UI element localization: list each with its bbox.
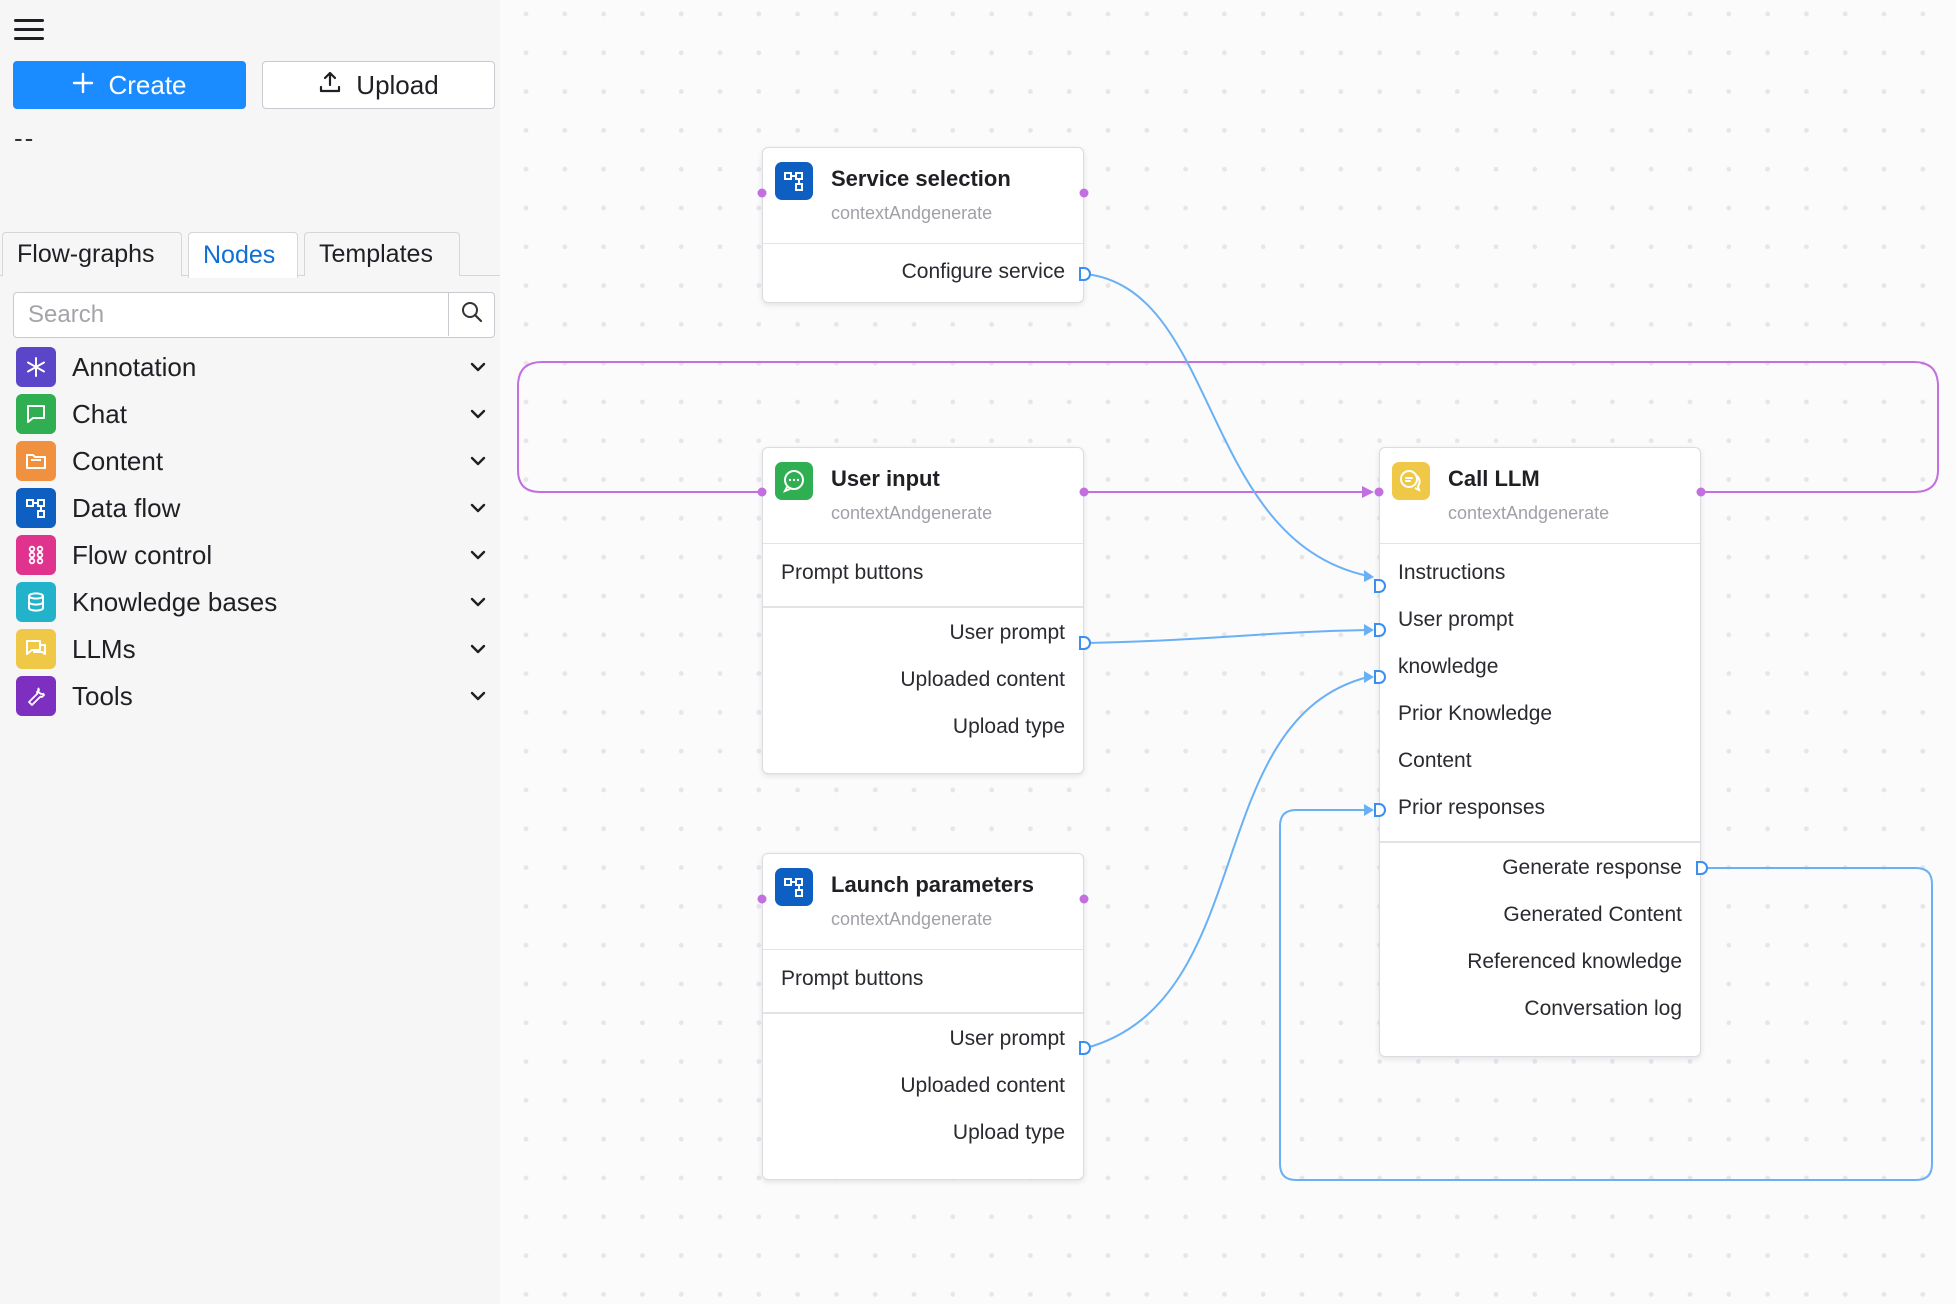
data-flow-icon	[16, 488, 56, 528]
edge-control-arrow	[1362, 486, 1374, 498]
category-label: Chat	[72, 398, 127, 429]
node-title: Call LLM	[1448, 466, 1540, 491]
data-flow-icon	[775, 162, 813, 200]
chat-icon	[775, 462, 813, 500]
chat-icon	[16, 394, 56, 434]
tab-flow-graphs[interactable]: Flow-graphs	[2, 232, 182, 276]
output-port-label: Upload type	[952, 1121, 1065, 1144]
tab-templates[interactable]: Templates	[304, 232, 460, 276]
wrench-icon	[16, 676, 56, 716]
search-icon	[461, 301, 483, 328]
plus-icon	[72, 70, 94, 101]
data-flow-icon	[775, 868, 813, 906]
node-subtitle: contextAndgenerate	[831, 203, 993, 223]
output-port-label: Uploaded content	[900, 1074, 1065, 1097]
node-header[interactable]: Launch parameters contextAndgenerate	[763, 854, 1083, 950]
input-port-label: Content	[1398, 749, 1472, 772]
category-flow-control[interactable]: Flow control	[16, 535, 490, 575]
node-launch-parameters[interactable]: Launch parameters contextAndgenerate Pro…	[762, 853, 1084, 1180]
node-service-selection[interactable]: Service selection contextAndgenerate Con…	[762, 147, 1084, 303]
divider	[1380, 841, 1700, 843]
tab-label: Templates	[319, 240, 433, 268]
category-label: Annotation	[72, 351, 197, 382]
edge-control-loop	[517, 361, 1939, 493]
input-port-label: Prior Knowledge	[1398, 702, 1553, 725]
chevron-down-icon[interactable]	[466, 496, 490, 520]
node-call-llm[interactable]: Call LLM contextAndgenerate Instructions…	[1379, 447, 1701, 1057]
category-chat[interactable]: Chat	[16, 394, 490, 434]
node-title: User input	[831, 466, 940, 491]
category-content[interactable]: Content	[16, 441, 490, 481]
create-button-label: Create	[108, 69, 187, 100]
node-title: Service selection	[831, 166, 1011, 191]
node-title: Launch parameters	[831, 872, 1034, 897]
category-data-flow[interactable]: Data flow	[16, 488, 490, 528]
node-subtitle: contextAndgenerate	[1448, 503, 1610, 523]
output-port-label: User prompt	[949, 1027, 1065, 1050]
control-edges	[517, 361, 1939, 498]
divider	[763, 1012, 1083, 1014]
chevron-down-icon[interactable]	[466, 402, 490, 426]
tab-label: Nodes	[203, 241, 276, 269]
output-port-label: Uploaded content	[900, 668, 1065, 691]
create-button[interactable]: Create	[13, 61, 246, 109]
asterisk-icon	[16, 347, 56, 387]
search-input[interactable]	[14, 293, 450, 336]
chevron-down-icon[interactable]	[466, 355, 490, 379]
input-port-label: User prompt	[1398, 608, 1514, 631]
chevron-down-icon[interactable]	[466, 637, 490, 661]
output-port-label: Generated Content	[1503, 903, 1682, 926]
category-label: Tools	[72, 680, 133, 711]
category-label: Content	[72, 445, 164, 476]
output-port-label: Generate response	[1502, 856, 1682, 879]
category-label: Knowledge bases	[72, 586, 278, 617]
category-llms[interactable]: LLMs	[16, 629, 490, 669]
database-icon	[16, 582, 56, 622]
category-knowledge-bases[interactable]: Knowledge bases	[16, 582, 490, 622]
category-label: LLMs	[72, 633, 136, 664]
upload-icon	[318, 70, 342, 101]
node-subtitle: contextAndgenerate	[831, 909, 993, 929]
section-label: Prompt buttons	[781, 561, 924, 584]
divider	[763, 606, 1083, 608]
tab-label: Flow-graphs	[17, 240, 155, 268]
grid-dots-icon	[16, 535, 56, 575]
sidebar-tabs: Flow-graphs Nodes Templates	[0, 232, 500, 278]
tab-nodes[interactable]: Nodes	[188, 232, 298, 278]
sidebar: Create Upload -- Flow-graphs Nodes Templ…	[0, 0, 500, 1304]
section-label: Prompt buttons	[781, 967, 924, 990]
output-port-label: Upload type	[952, 715, 1065, 738]
category-label: Flow control	[72, 539, 213, 570]
chevron-down-icon[interactable]	[466, 684, 490, 708]
output-port-label: Configure service	[901, 260, 1065, 283]
node-header[interactable]: Service selection contextAndgenerate	[763, 148, 1083, 244]
node-header[interactable]: User input contextAndgenerate	[763, 448, 1083, 544]
flow-canvas[interactable]: Service selection contextAndgenerate Con…	[500, 0, 1956, 1304]
output-port-label: Conversation log	[1524, 997, 1682, 1020]
node-subtitle: contextAndgenerate	[831, 503, 993, 523]
folder-icon	[16, 441, 56, 481]
node-header[interactable]: Call LLM contextAndgenerate	[1380, 448, 1700, 544]
status-text: --	[14, 123, 36, 153]
upload-button[interactable]: Upload	[262, 61, 495, 109]
input-port-label: Instructions	[1398, 561, 1506, 584]
chevron-down-icon[interactable]	[466, 590, 490, 614]
output-port-label: User prompt	[949, 621, 1065, 644]
input-port-label: knowledge	[1398, 655, 1499, 678]
llm-chat-icon	[1392, 462, 1430, 500]
category-annotation[interactable]: Annotation	[16, 347, 490, 387]
output-port-label: Referenced knowledge	[1467, 950, 1682, 973]
category-tools[interactable]: Tools	[16, 676, 490, 716]
upload-button-label: Upload	[356, 69, 439, 100]
chevron-down-icon[interactable]	[466, 543, 490, 567]
node-user-input[interactable]: User input contextAndgenerate Prompt but…	[762, 447, 1084, 774]
search-box	[13, 292, 495, 338]
category-label: Data flow	[72, 492, 181, 523]
input-port-label: Prior responses	[1398, 796, 1546, 819]
chevron-down-icon[interactable]	[466, 449, 490, 473]
search-button[interactable]	[448, 293, 494, 336]
hamburger-menu-icon[interactable]	[12, 16, 46, 44]
llm-chat-icon	[16, 629, 56, 669]
